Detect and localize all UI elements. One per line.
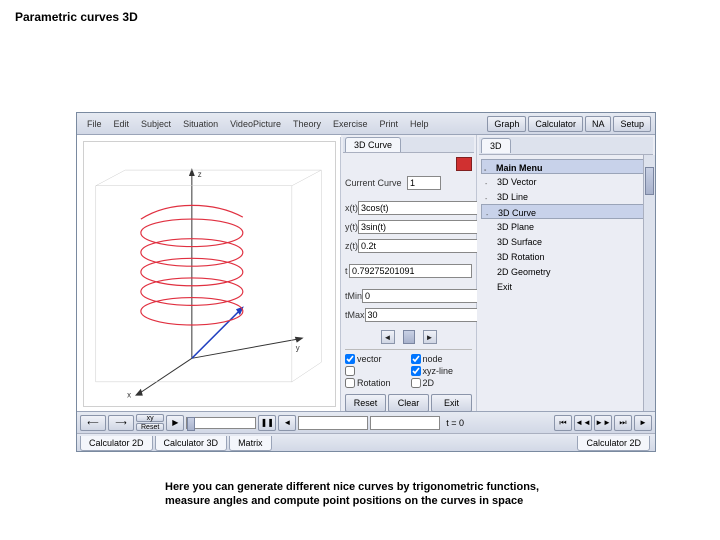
zt-field[interactable] <box>358 239 481 253</box>
nav-first-button[interactable]: ⏮ <box>554 415 572 431</box>
setup-button[interactable]: Setup <box>613 116 651 132</box>
tmin-field[interactable] <box>362 289 485 303</box>
nav-last-button[interactable]: ⏭ <box>614 415 632 431</box>
speed-slider[interactable] <box>186 417 256 429</box>
y-axis-label: y <box>296 343 300 352</box>
na-button[interactable]: NA <box>585 116 612 132</box>
toolbar-field-1[interactable] <box>298 416 368 430</box>
step-back-button[interactable]: ◄ <box>278 415 296 431</box>
xt-label: x(t) <box>345 203 358 213</box>
menu-exit[interactable]: Exit <box>481 279 651 294</box>
current-curve-field[interactable] <box>407 176 441 190</box>
menu-2d-geometry[interactable]: 2D Geometry <box>481 264 651 279</box>
clear-button[interactable]: Clear <box>388 394 429 412</box>
tmin-label: tMin <box>345 291 362 301</box>
tmax-field[interactable] <box>365 308 488 322</box>
menu-3d-vector[interactable]: -3D Vector <box>481 174 651 189</box>
menu-theory[interactable]: Theory <box>287 116 327 132</box>
play-button[interactable]: ▶ <box>166 415 184 431</box>
tmax-label: tMax <box>345 310 365 320</box>
reset-button[interactable]: Reset <box>345 394 386 412</box>
tab-3d[interactable]: 3D <box>481 138 511 153</box>
pause-button[interactable]: ❚❚ <box>258 415 276 431</box>
menu-print[interactable]: Print <box>374 116 405 132</box>
page-title: Parametric curves 3D <box>0 0 720 34</box>
slider-left-button[interactable]: ◄ <box>381 330 395 344</box>
menu-subject[interactable]: Subject <box>135 116 177 132</box>
menu-3d-curve[interactable]: -3D Curve <box>481 204 651 219</box>
content-area: z y x <box>77 135 655 411</box>
tab-matrix[interactable]: Matrix <box>229 436 272 451</box>
exit-button[interactable]: Exit <box>431 394 472 412</box>
parameters-panel: 3D Curve Current Curve x(t) y(t) z(t) t … <box>341 135 477 411</box>
xy-button[interactable]: xy <box>136 414 164 422</box>
app-window: File Edit Subject Situation VideoPicture… <box>76 112 656 452</box>
nav-next-button[interactable]: ►► <box>594 415 612 431</box>
toolbar-field-2[interactable] <box>370 416 440 430</box>
t-slider[interactable] <box>403 330 415 344</box>
bounding-box <box>96 186 292 382</box>
menu-edit[interactable]: Edit <box>108 116 136 132</box>
x-axis <box>139 358 192 393</box>
xyzline-checkbox[interactable]: xyz-line <box>411 366 473 376</box>
t-equals-label: t = 0 <box>442 418 468 428</box>
vector-checkbox[interactable]: vector <box>345 354 407 364</box>
menu-panel: 3D -Main Menu -3D Vector -3D Line -3D Cu… <box>477 135 655 411</box>
zt-label: z(t) <box>345 241 358 251</box>
arrow-left-button[interactable]: ⟵ <box>80 415 106 431</box>
xt-field[interactable] <box>358 201 481 215</box>
x-axis-label: x <box>127 391 131 400</box>
menu-exercise[interactable]: Exercise <box>327 116 374 132</box>
current-curve-label: Current Curve <box>345 178 407 188</box>
menu-3d-line[interactable]: -3D Line <box>481 189 651 204</box>
nav-prev-button[interactable]: ◄◄ <box>574 415 592 431</box>
menubar: File Edit Subject Situation VideoPicture… <box>77 113 655 135</box>
menu-videopicture[interactable]: VideoPicture <box>224 116 287 132</box>
arrow-right-button[interactable]: ⟶ <box>108 415 134 431</box>
bottom-tab-bar: Calculator 2D Calculator 3D Matrix Calcu… <box>77 433 655 451</box>
menu-situation[interactable]: Situation <box>177 116 224 132</box>
menu-3d-plane[interactable]: 3D Plane <box>481 219 651 234</box>
menu-file[interactable]: File <box>81 116 108 132</box>
tab-calculator-2d[interactable]: Calculator 2D <box>80 436 153 451</box>
3d-viewport[interactable]: z y x <box>79 137 341 411</box>
rotation-checkbox[interactable]: Rotation <box>345 378 407 388</box>
menu-help[interactable]: Help <box>404 116 435 132</box>
tab-calculator-3d[interactable]: Calculator 3D <box>155 436 228 451</box>
yt-field[interactable] <box>358 220 481 234</box>
menu-3d-rotation[interactable]: 3D Rotation <box>481 249 651 264</box>
menu-main[interactable]: -Main Menu <box>481 159 651 174</box>
graph-button[interactable]: Graph <box>487 116 526 132</box>
stop-icon[interactable] <box>456 157 472 171</box>
blank-checkbox[interactable] <box>345 366 407 376</box>
yt-label: y(t) <box>345 222 358 232</box>
slider-right-button[interactable]: ► <box>423 330 437 344</box>
tab-calculator-2d-right[interactable]: Calculator 2D <box>577 436 650 451</box>
caption-text: Here you can generate different nice cur… <box>165 480 585 509</box>
2d-checkbox[interactable]: 2D <box>411 378 473 388</box>
tab-3d-curve[interactable]: 3D Curve <box>345 137 401 152</box>
toolbar-reset-button[interactable]: Reset <box>136 423 164 431</box>
menu-3d-surface[interactable]: 3D Surface <box>481 234 651 249</box>
calculator-button[interactable]: Calculator <box>528 116 583 132</box>
nav-extra-button[interactable]: ► <box>634 415 652 431</box>
z-axis-label: z <box>198 170 202 179</box>
vertical-scrollbar[interactable] <box>643 155 655 411</box>
t-field[interactable] <box>349 264 472 278</box>
node-checkbox[interactable]: node <box>411 354 473 364</box>
